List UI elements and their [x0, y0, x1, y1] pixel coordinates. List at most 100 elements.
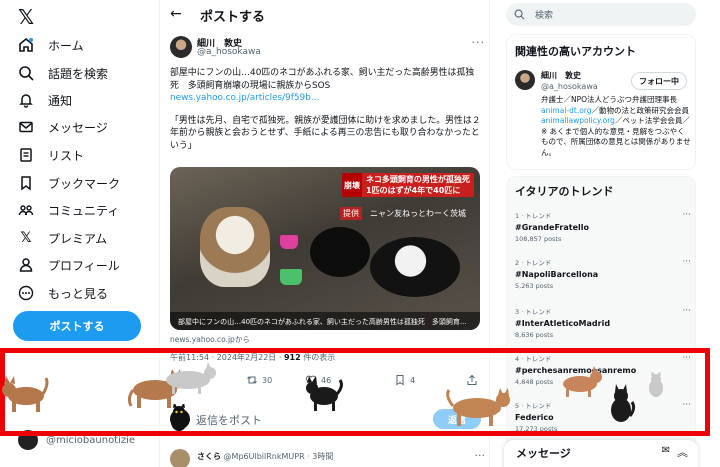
- nav-item-messages[interactable]: メッセージ: [18, 116, 108, 138]
- avatar: [18, 430, 38, 450]
- search-icon: [18, 65, 34, 81]
- media-source[interactable]: news.yahoo.co.jpから: [170, 334, 250, 345]
- nav-item-home[interactable]: ホーム: [18, 34, 84, 56]
- nav-item-communities[interactable]: コミュニティ: [18, 199, 119, 221]
- back-arrow-icon[interactable]: ←: [170, 6, 186, 22]
- search-input[interactable]: 検索: [535, 8, 553, 21]
- right-sidebar: 検索 関連性の高いアカウント 細川 敦史 @a_hosokawa フォロー中 弁…: [498, 0, 720, 467]
- x-logo-icon[interactable]: 𝕏: [18, 6, 40, 28]
- bio-link[interactable]: animal-dt.org: [541, 106, 592, 115]
- more-options-icon[interactable]: ···: [472, 36, 486, 49]
- trend-item[interactable]: 1 · トレンド #GrandeFratello 108,857 posts ·…: [515, 210, 691, 250]
- bookmark-icon: [18, 175, 34, 191]
- share-action[interactable]: [466, 374, 478, 386]
- green-bowl-image: [280, 269, 302, 285]
- bookmark-icon: [396, 375, 404, 386]
- nav-label: 通知: [48, 93, 73, 108]
- reply-author-name: さくら: [197, 452, 221, 461]
- trend-item[interactable]: 5 · トレンド Federico 17,273 posts ···: [515, 400, 691, 440]
- trend-meta: 3 · トレンド: [515, 308, 552, 316]
- tweet-link[interactable]: news.yahoo.co.jp/articles/9f59b...: [170, 93, 319, 103]
- nav-label: プレミアム: [48, 231, 108, 246]
- nav-item-more[interactable]: もっと見る: [18, 282, 108, 304]
- nav-item-premium[interactable]: 𝕏 プレミアム: [18, 227, 107, 249]
- related-handle[interactable]: @a_hosokawa: [541, 82, 598, 91]
- search-icon: [514, 9, 525, 20]
- author-handle[interactable]: @a_hosokawa: [197, 47, 261, 57]
- media-credit-label: 提供: [340, 207, 362, 220]
- avatar: [170, 409, 190, 429]
- heart-icon: [305, 375, 317, 386]
- following-button[interactable]: フォロー中: [631, 72, 687, 90]
- search-box[interactable]: 検索: [506, 3, 696, 26]
- nav-item-lists[interactable]: リスト: [18, 144, 84, 166]
- like-action[interactable]: 46: [305, 374, 331, 386]
- nav-item-notifications[interactable]: 通知: [18, 89, 72, 111]
- related-accounts-card: 関連性の高いアカウント 細川 敦史 @a_hosokawa フォロー中 弁護士／…: [506, 34, 696, 170]
- author-avatar[interactable]: [170, 36, 192, 58]
- related-title: 関連性の高いアカウント: [515, 45, 636, 58]
- tweet-text-1: 部屋中にフンの山…40匹のネコがあふれる家、飼い主だった高齢男性は孤独死 多頭飼…: [170, 68, 475, 91]
- trend-name: #perchesanremoesanremo: [515, 366, 637, 375]
- trend-item[interactable]: 4 · トレンド #perchesanremoesanremo 4,848 po…: [515, 353, 691, 393]
- reply-input[interactable]: 返信をポスト: [196, 412, 262, 428]
- nav-item-profile[interactable]: プロフィール: [18, 254, 120, 276]
- reply-time: · 3時間: [307, 452, 334, 461]
- more-options-icon[interactable]: ···: [682, 400, 691, 410]
- media-caption: 部屋中にフンの山…40匹のネコがあふれる家、飼い主だった高齢男性は孤独死 多頭飼…: [170, 312, 480, 330]
- like-count: 46: [321, 375, 332, 385]
- trend-meta: 4 · トレンド: [515, 355, 552, 363]
- more-options-icon[interactable]: ···: [682, 306, 691, 316]
- trend-count: 108,857 posts: [515, 235, 562, 243]
- nav-label: ブックマーク: [48, 176, 121, 191]
- trend-item[interactable]: 3 · トレンド #InterAtleticoMadrid 8,636 post…: [515, 306, 691, 346]
- trend-item[interactable]: 2 · トレンド #NapoliBarcellona 5,263 posts ·…: [515, 257, 691, 297]
- avatar[interactable]: [170, 449, 190, 467]
- more-options-icon[interactable]: ···: [475, 449, 486, 462]
- reply-tweet-meta: さくら @Mp6UlbilRnkMUPR · 3時間: [197, 451, 333, 462]
- trends-card: イタリアのトレンド 1 · トレンド #GrandeFratello 108,8…: [506, 176, 696, 467]
- main-column: ← ポストする 細川 敦史 @a_hosokawa ··· 部屋中にフンの山…4…: [159, 0, 490, 467]
- related-name[interactable]: 細川 敦史: [541, 70, 581, 81]
- x-premium-icon: 𝕏: [20, 230, 32, 246]
- post-button[interactable]: ポストする: [13, 311, 141, 341]
- trend-name: #GrandeFratello: [515, 223, 589, 232]
- tuxedo-cat-image: [370, 237, 460, 297]
- reply-author-handle: @Mp6UlbilRnkMUPR: [223, 452, 305, 461]
- chevron-up-icon[interactable]: ︽: [677, 444, 688, 460]
- list-icon: [18, 147, 34, 163]
- nav-label: リスト: [48, 148, 85, 163]
- reply-action[interactable]: [188, 374, 200, 386]
- tweet-time: 午前11:54 · 2024年2月22日 ·: [170, 353, 282, 362]
- avatar[interactable]: [515, 70, 535, 90]
- community-icon: [18, 202, 34, 218]
- bookmark-action[interactable]: 4: [394, 374, 415, 386]
- media-headline-badge: ネコ多頭飼育の男性が孤独死 1匹のはずが4年で40匹に: [362, 173, 474, 197]
- nav-label: もっと見る: [48, 286, 109, 301]
- nav-item-explore[interactable]: 話題を検索: [18, 62, 108, 84]
- reply-tweet[interactable]: さくら @Mp6UlbilRnkMUPR · 3時間 ···: [170, 449, 485, 467]
- new-message-icon[interactable]: ✉: [662, 445, 670, 456]
- retweet-action[interactable]: 30: [246, 374, 272, 386]
- reply-button[interactable]: 返信: [433, 409, 481, 429]
- reply-composer: 返信をポスト 返信: [160, 405, 491, 431]
- bell-icon: [18, 92, 34, 108]
- main-header: ← ポストする: [160, 0, 491, 30]
- bio-link[interactable]: animallawpolicy.org: [541, 116, 615, 125]
- tweet-media-card[interactable]: 崩壊 ネコ多頭飼育の男性が孤独死 1匹のはずが4年で40匹に 提供 ニャン友ねっ…: [170, 167, 480, 330]
- messages-drawer[interactable]: メッセージ ✉ ︽: [504, 440, 698, 467]
- mail-icon: [18, 119, 34, 135]
- bio-text: ／動物の法と政策研究会会員: [591, 105, 690, 115]
- nav-item-bookmarks[interactable]: ブックマーク: [18, 172, 120, 194]
- more-options-icon[interactable]: ···: [682, 257, 691, 267]
- more-options-icon[interactable]: ···: [682, 210, 691, 220]
- trends-title: イタリアのトレンド: [515, 185, 614, 198]
- views-count: 912: [283, 353, 301, 362]
- related-bio: 弁護士／NPO法人どうぶつ弁護団理事長 animal-dt.org／動物の法と政…: [541, 95, 691, 158]
- more-options-icon[interactable]: ···: [682, 353, 691, 363]
- account-switcher[interactable]: @miciobaunotizie: [18, 430, 135, 450]
- retweet-icon: [247, 376, 257, 384]
- tweet-text-2: 「男性は先月、自宅で孤独死。親族が愛護団体に助けを求めました。男性は２年前から親…: [170, 115, 481, 151]
- tweet-header: 細川 敦史 @a_hosokawa ···: [170, 36, 485, 60]
- media-badge-collapse: 崩壊: [342, 173, 362, 197]
